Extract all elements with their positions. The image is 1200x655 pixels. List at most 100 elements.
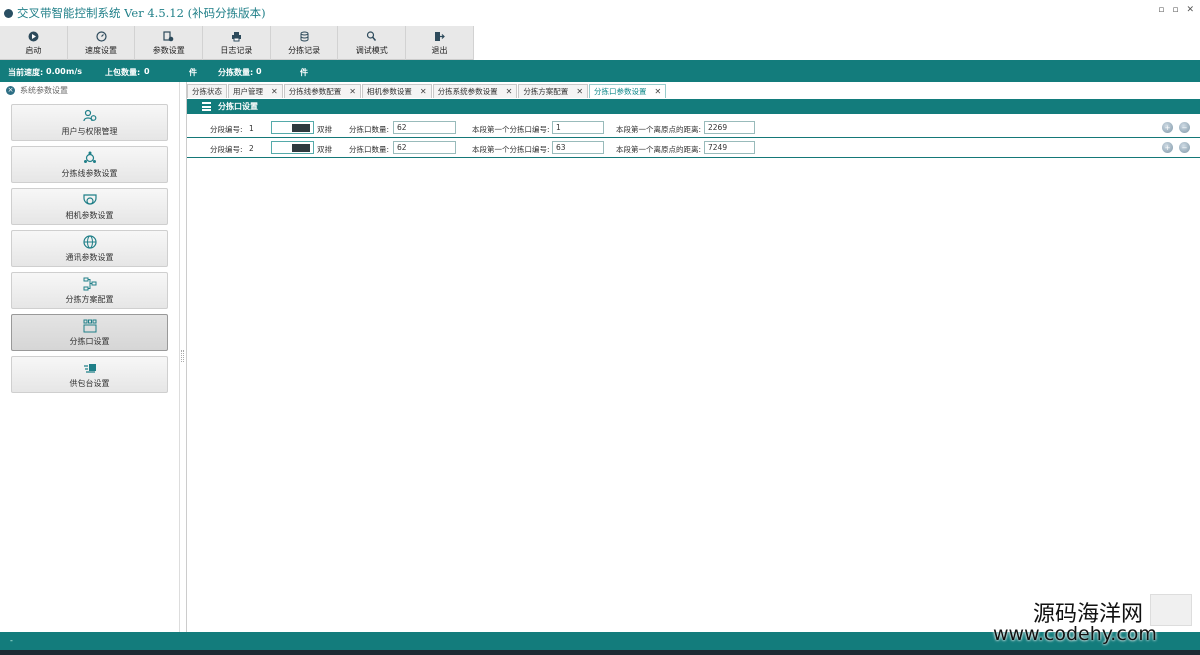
first-port-label: 本段第一个分拣口编号: bbox=[472, 125, 550, 134]
tab-label: 分拣方案配置 bbox=[523, 87, 569, 96]
start-button[interactable]: 启动 bbox=[0, 26, 68, 60]
main-content: 分拣状态 用户管理 ✕ 分拣线参数配置 ✕ 相机参数设置 ✕ 分拣系统参数设置 ✕ 分拣… bbox=[186, 82, 1200, 632]
upload-count-value: 0 bbox=[144, 67, 150, 76]
speed-value: 0.00 bbox=[46, 67, 66, 76]
color-picker[interactable] bbox=[271, 141, 314, 154]
nav-label: 分拣口设置 bbox=[69, 336, 110, 346]
section-header: 分拣口设置 bbox=[187, 99, 1200, 114]
tab-user-management[interactable]: 用户管理 ✕ bbox=[228, 84, 283, 98]
add-icon[interactable]: + bbox=[1162, 122, 1173, 133]
nav-sort-plan[interactable]: 分拣方案配置 bbox=[11, 272, 168, 309]
log-records-label: 日志记录 bbox=[220, 45, 253, 55]
grid-icon bbox=[83, 319, 97, 333]
nav-label: 分拣线参数设置 bbox=[61, 168, 118, 178]
panel-header: × 系统参数设置 bbox=[0, 82, 179, 98]
panel-splitter[interactable] bbox=[181, 350, 184, 362]
nav-camera-params[interactable]: 相机参数设置 bbox=[11, 188, 168, 225]
watermark-url: www.codehy.com bbox=[993, 623, 1157, 645]
log-records-button[interactable]: 日志记录 bbox=[203, 26, 271, 60]
segment-row: 分段编号: 1 双排 分拣口数量: 62 本段第一个分拣口编号: 1 本段第一个… bbox=[187, 118, 1200, 138]
speed-settings-button[interactable]: 速度设置 bbox=[68, 26, 136, 60]
sort-records-button[interactable]: 分拣记录 bbox=[271, 26, 339, 60]
origin-distance-input[interactable]: 7249 bbox=[704, 141, 755, 154]
tab-label: 相机参数设置 bbox=[366, 87, 412, 96]
port-count-input[interactable]: 62 bbox=[393, 141, 456, 154]
row-type-label: 双排 bbox=[317, 145, 332, 154]
nav-package-station[interactable]: 供包台设置 bbox=[11, 356, 168, 393]
network-icon bbox=[83, 151, 97, 165]
close-icon[interactable]: ✕ bbox=[655, 87, 662, 96]
upload-count-unit: 件 bbox=[189, 68, 197, 77]
port-count-input[interactable]: 62 bbox=[393, 121, 456, 134]
app-icon bbox=[4, 8, 13, 18]
first-port-input[interactable]: 63 bbox=[552, 141, 604, 154]
segment-number: 1 bbox=[249, 124, 254, 133]
taskbar-strip bbox=[0, 650, 1200, 655]
tab-strip: 分拣状态 用户管理 ✕ 分拣线参数配置 ✕ 相机参数设置 ✕ 分拣系统参数设置 ✕ 分拣… bbox=[187, 84, 667, 98]
segment-label: 分段编号: bbox=[210, 125, 243, 134]
origin-distance-label: 本段第一个离原点的距离: bbox=[616, 125, 702, 134]
window-controls: ▫ ▫ ✕ bbox=[1158, 5, 1194, 15]
list-icon bbox=[202, 102, 211, 111]
sort-count-unit: 件 bbox=[300, 68, 308, 77]
row-type-label: 双排 bbox=[317, 125, 332, 134]
nav-label: 通讯参数设置 bbox=[65, 252, 114, 262]
origin-distance-input[interactable]: 2269 bbox=[704, 121, 755, 134]
play-icon bbox=[28, 31, 39, 42]
segment-label: 分段编号: bbox=[210, 145, 243, 154]
remove-icon[interactable]: − bbox=[1179, 122, 1190, 133]
nav-label: 供包台设置 bbox=[69, 378, 110, 388]
collapse-icon[interactable]: × bbox=[6, 85, 15, 95]
nav-sortline-params[interactable]: 分拣线参数设置 bbox=[11, 146, 168, 183]
nav-comm-params[interactable]: 通讯参数设置 bbox=[11, 230, 168, 267]
nav-user-permissions[interactable]: 用户与权限管理 bbox=[11, 104, 168, 141]
color-picker[interactable] bbox=[271, 121, 314, 134]
tab-sort-plan[interactable]: 分拣方案配置 ✕ bbox=[518, 84, 589, 98]
start-label: 启动 bbox=[25, 45, 42, 55]
tab-sortline-config[interactable]: 分拣线参数配置 ✕ bbox=[283, 84, 361, 98]
exit-icon bbox=[434, 31, 445, 42]
tab-label: 分拣系统参数设置 bbox=[437, 87, 498, 96]
tab-sort-system-settings[interactable]: 分拣系统参数设置 ✕ bbox=[432, 84, 518, 98]
exit-button[interactable]: 退出 bbox=[406, 26, 474, 60]
speed-unit: m/s bbox=[66, 67, 83, 76]
minimize-icon[interactable]: ▫ bbox=[1158, 5, 1164, 15]
close-icon[interactable]: ✕ bbox=[271, 87, 278, 96]
close-icon[interactable]: ✕ bbox=[349, 87, 356, 96]
nav-label: 分拣方案配置 bbox=[65, 294, 114, 304]
database-icon bbox=[299, 31, 310, 42]
remove-icon[interactable]: − bbox=[1179, 142, 1190, 153]
package-icon bbox=[83, 361, 97, 375]
port-count-label: 分拣口数量: bbox=[349, 145, 390, 154]
printer-icon bbox=[231, 31, 242, 42]
restore-icon[interactable]: ▫ bbox=[1172, 5, 1178, 15]
param-settings-button[interactable]: 参数设置 bbox=[135, 26, 204, 60]
exit-label: 退出 bbox=[431, 45, 448, 55]
add-icon[interactable]: + bbox=[1162, 142, 1173, 153]
system-settings-panel: × 系统参数设置 用户与权限管理 分拣线参数设置 相机参数设置 通讯参数设置 分… bbox=[0, 82, 180, 632]
debug-mode-label: 调试模式 bbox=[355, 45, 388, 55]
tab-sort-port-params[interactable]: 分拣口参数设置 ✕ bbox=[589, 84, 667, 98]
status-bar: 当前速度: 0.00 m/s 上包数量: 0 件 分拣数量: 0 件 bbox=[0, 60, 1200, 82]
nav-sort-port-settings[interactable]: 分拣口设置 bbox=[11, 314, 168, 351]
section-title: 分拣口设置 bbox=[218, 102, 258, 111]
close-icon[interactable]: ✕ bbox=[420, 87, 427, 96]
close-icon[interactable]: ✕ bbox=[506, 87, 513, 96]
close-icon[interactable]: ✕ bbox=[576, 87, 583, 96]
status-dot: - bbox=[10, 636, 13, 645]
tab-label: 分拣口参数设置 bbox=[594, 87, 647, 96]
close-icon[interactable]: ✕ bbox=[1186, 5, 1194, 15]
first-port-label: 本段第一个分拣口编号: bbox=[472, 145, 550, 154]
flowchart-icon bbox=[83, 277, 97, 291]
port-count-label: 分拣口数量: bbox=[349, 125, 390, 134]
speed-label: 当前速度: bbox=[8, 68, 44, 77]
tab-camera-settings[interactable]: 相机参数设置 ✕ bbox=[361, 84, 432, 98]
nav-label: 用户与权限管理 bbox=[61, 126, 118, 136]
tab-sort-status[interactable]: 分拣状态 bbox=[187, 84, 227, 98]
param-settings-label: 参数设置 bbox=[152, 45, 185, 55]
globe-icon bbox=[82, 234, 97, 249]
debug-icon bbox=[366, 30, 377, 42]
debug-mode-button[interactable]: 调试模式 bbox=[338, 26, 407, 60]
title-bar: 交叉带智能控制系统 Ver 4.5.12 (补码分拣版本) ▫ ▫ ✕ bbox=[0, 0, 1200, 26]
first-port-input[interactable]: 1 bbox=[552, 121, 604, 134]
